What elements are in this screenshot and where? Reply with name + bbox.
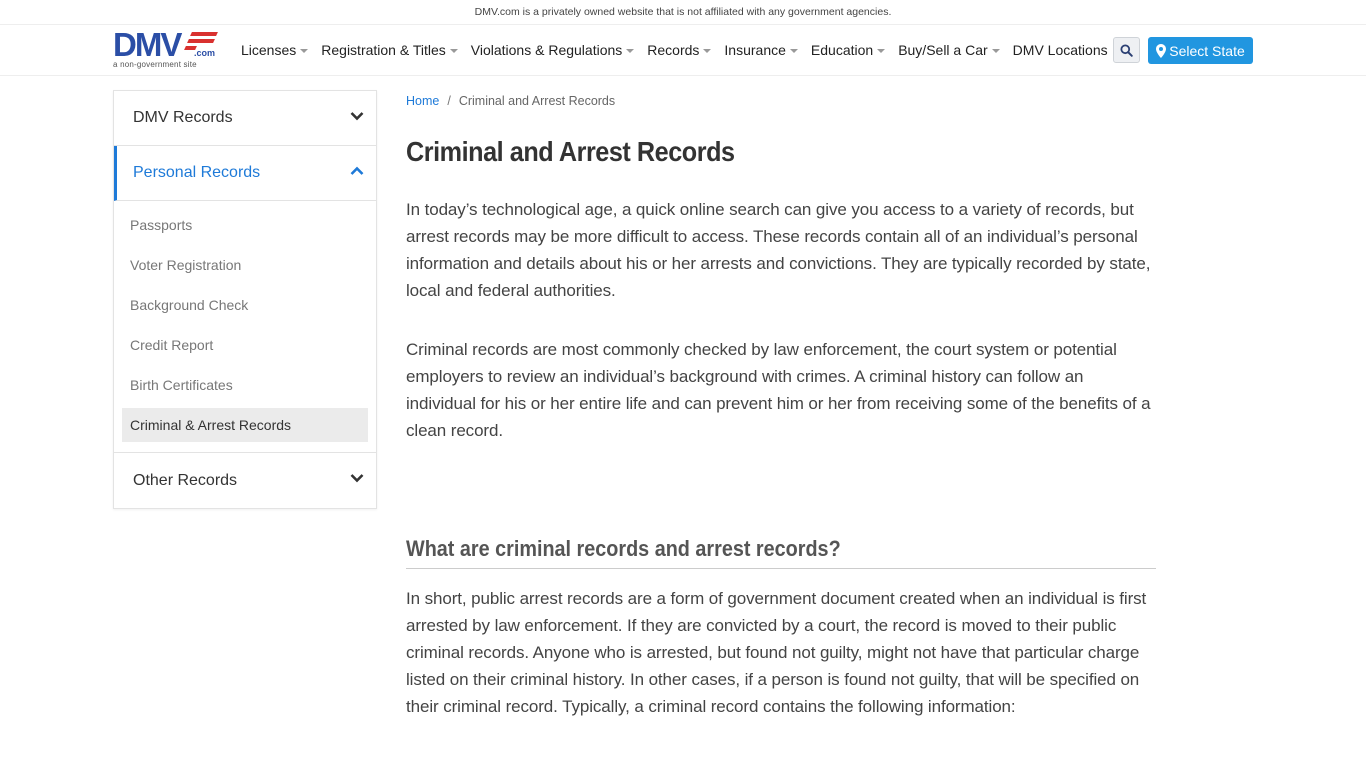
sidebar-item-credit-report[interactable]: Credit Report: [122, 328, 368, 368]
intro-paragraph: In today’s technological age, a quick on…: [406, 200, 1151, 300]
caret-down-icon: [703, 49, 712, 53]
search-icon: [1120, 43, 1133, 57]
breadcrumb-home-link[interactable]: Home: [406, 94, 439, 108]
breadcrumb: Home / Criminal and Arrest Records: [406, 90, 1156, 112]
chevron-down-icon: [350, 474, 364, 483]
nav-records[interactable]: Records: [647, 42, 712, 58]
sidebar-section-dmv-records[interactable]: DMV Records: [114, 91, 376, 146]
select-state-label: Select State: [1169, 42, 1245, 59]
caret-down-icon: [991, 49, 1000, 53]
sidebar-item-voter-registration[interactable]: Voter Registration: [122, 248, 368, 288]
nav-education[interactable]: Education: [810, 42, 886, 58]
caret-down-icon: [449, 49, 458, 53]
page-title: Criminal and Arrest Records: [406, 136, 735, 167]
sidebar-section-label: Personal Records: [133, 164, 261, 181]
sidebar-item-background-check[interactable]: Background Check: [122, 288, 368, 328]
nav-buy-sell-car[interactable]: Buy/Sell a Car: [898, 42, 1000, 58]
nav-menu: Licenses Registration & Titles Violation…: [241, 25, 1121, 75]
sidebar: DMV Records Personal Records Passports V…: [113, 90, 377, 509]
nav-label: Registration & Titles: [321, 42, 446, 58]
logo-wordmark: DMV: [113, 26, 182, 63]
caret-down-icon: [300, 49, 309, 53]
nav-label: Insurance: [724, 42, 786, 58]
sidebar-item-criminal-arrest-records[interactable]: Criminal & Arrest Records: [122, 408, 368, 442]
dmv-logo[interactable]: DMV .com a non-government site: [113, 26, 219, 73]
nav-registration-titles[interactable]: Registration & Titles: [321, 42, 458, 58]
caret-down-icon: [626, 49, 635, 53]
map-marker-icon: [1156, 43, 1167, 58]
breadcrumb-current: Criminal and Arrest Records: [458, 94, 616, 108]
sidebar-section-other-records[interactable]: Other Records: [114, 453, 376, 508]
disclaimer-text: DMV.com is a privately owned website tha…: [474, 6, 892, 18]
sidebar-section-label: DMV Records: [133, 109, 233, 126]
nav-insurance[interactable]: Insurance: [724, 42, 798, 58]
logo-tagline: a non-government site: [113, 60, 197, 69]
chevron-down-icon: [350, 112, 364, 121]
nav-violations-regulations[interactable]: Violations & Regulations: [471, 42, 635, 58]
select-state-button[interactable]: Select State: [1148, 37, 1253, 64]
nav-label: Buy/Sell a Car: [898, 42, 988, 58]
disclaimer-bar: DMV.com is a privately owned website tha…: [0, 0, 1366, 25]
main-navbar: DMV .com a non-government site Licenses …: [0, 25, 1366, 76]
logo-suffix: .com: [194, 48, 216, 58]
search-button[interactable]: [1113, 37, 1140, 63]
section-heading-text: What are criminal records and arrest rec…: [406, 536, 841, 561]
caret-down-icon: [877, 49, 886, 53]
main-content: Home / Criminal and Arrest Records Crimina…: [406, 90, 1156, 720]
second-paragraph: Criminal records are most commonly check…: [406, 340, 1151, 440]
nav-label: DMV Locations: [1012, 42, 1108, 58]
sidebar-section-label: Other Records: [133, 471, 238, 489]
nav-label: Records: [647, 42, 700, 58]
breadcrumb-separator: /: [447, 94, 451, 108]
personal-records-list: Passports Voter Registration Background …: [114, 201, 376, 453]
nav-label: Licenses: [241, 42, 297, 58]
chevron-up-icon: [350, 166, 364, 175]
nav-label: Violations & Regulations: [470, 42, 623, 58]
section-heading: What are criminal records and arrest rec…: [406, 536, 1156, 569]
section-paragraph: In short, public arrest records are a fo…: [406, 589, 1147, 716]
sidebar-item-birth-certificates[interactable]: Birth Certificates: [122, 368, 368, 408]
nav-licenses[interactable]: Licenses: [241, 42, 309, 58]
sidebar-item-passports[interactable]: Passports: [122, 208, 368, 248]
nav-label: Education: [810, 42, 874, 58]
nav-dmv-locations[interactable]: DMV Locations: [1013, 42, 1108, 58]
caret-down-icon: [789, 49, 798, 53]
sidebar-section-personal-records[interactable]: Personal Records: [114, 146, 376, 201]
